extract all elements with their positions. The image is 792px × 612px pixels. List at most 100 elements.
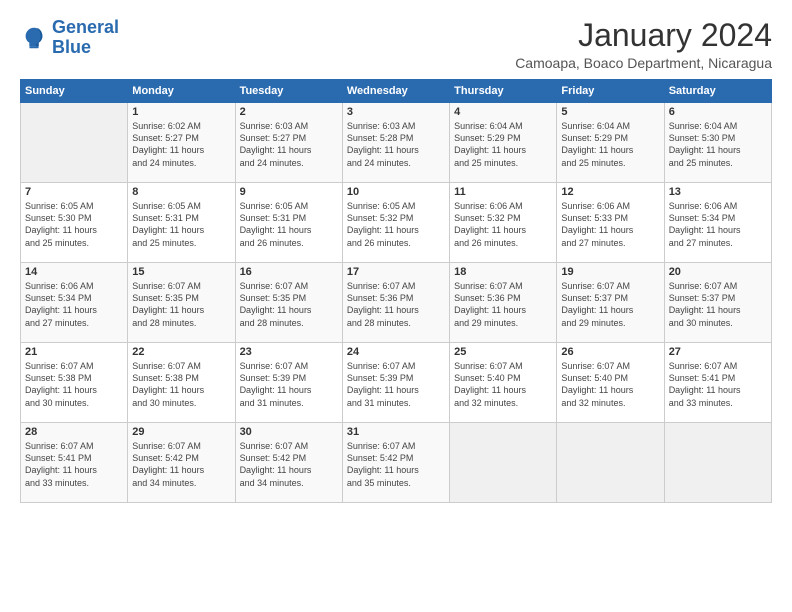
table-cell: 18 Sunrise: 6:07 AM Sunset: 5:36 PM Dayli… xyxy=(450,263,557,343)
day-info: Sunrise: 6:05 AM Sunset: 5:31 PM Dayligh… xyxy=(240,200,338,249)
table-cell: 24 Sunrise: 6:07 AM Sunset: 5:39 PM Dayli… xyxy=(342,343,449,423)
table-cell: 26Sunrise: 6:07 AM Sunset: 5:40 PM Dayli… xyxy=(557,343,664,423)
header-row: Sunday Monday Tuesday Wednesday Thursday… xyxy=(21,80,772,103)
day-number: 8 xyxy=(132,186,230,198)
day-number: 6 xyxy=(669,106,767,118)
table-cell: 19 Sunrise: 6:07 AM Sunset: 5:37 PM Dayli… xyxy=(557,263,664,343)
day-number: 12 xyxy=(561,186,659,198)
table-cell: 7 Sunrise: 6:05 AM Sunset: 5:30 PM Daylig… xyxy=(21,183,128,263)
day-number: 11 xyxy=(454,186,552,198)
logo: General Blue xyxy=(20,18,119,58)
day-number: 31 xyxy=(347,426,445,438)
day-info: Sunrise: 6:06 AM Sunset: 5:33 PM Dayligh… xyxy=(561,200,659,249)
table-cell xyxy=(450,423,557,503)
day-number: 1 xyxy=(132,106,230,118)
day-info: Sunrise: 6:07 AM Sunset: 5:38 PM Dayligh… xyxy=(25,360,123,409)
table-cell: 11 Sunrise: 6:06 AM Sunset: 5:32 PM Dayli… xyxy=(450,183,557,263)
table-cell: 30 Sunrise: 6:07 AM Sunset: 5:42 PM Dayli… xyxy=(235,423,342,503)
day-number: 7 xyxy=(25,186,123,198)
table-cell: 1 Sunrise: 6:02 AM Sunset: 5:27 PM Daylig… xyxy=(128,103,235,183)
day-info: Sunrise: 6:05 AM Sunset: 5:30 PM Dayligh… xyxy=(25,200,123,249)
table-cell: 15Sunrise: 6:07 AM Sunset: 5:35 PM Dayli… xyxy=(128,263,235,343)
table-row: 1 Sunrise: 6:02 AM Sunset: 5:27 PM Daylig… xyxy=(21,103,772,183)
table-row: 14Sunrise: 6:06 AM Sunset: 5:34 PM Dayli… xyxy=(21,263,772,343)
day-info: Sunrise: 6:03 AM Sunset: 5:27 PM Dayligh… xyxy=(240,120,338,169)
table-cell: 6Sunrise: 6:04 AM Sunset: 5:30 PM Daylig… xyxy=(664,103,771,183)
col-saturday: Saturday xyxy=(664,80,771,103)
day-info: Sunrise: 6:07 AM Sunset: 5:40 PM Dayligh… xyxy=(454,360,552,409)
col-sunday: Sunday xyxy=(21,80,128,103)
day-number: 2 xyxy=(240,106,338,118)
table-cell xyxy=(664,423,771,503)
day-number: 3 xyxy=(347,106,445,118)
day-number: 18 xyxy=(454,266,552,278)
table-cell: 23Sunrise: 6:07 AM Sunset: 5:39 PM Dayli… xyxy=(235,343,342,423)
day-info: Sunrise: 6:07 AM Sunset: 5:42 PM Dayligh… xyxy=(240,440,338,489)
day-info: Sunrise: 6:06 AM Sunset: 5:34 PM Dayligh… xyxy=(669,200,767,249)
logo-line2: Blue xyxy=(52,37,91,57)
day-number: 24 xyxy=(347,346,445,358)
day-number: 23 xyxy=(240,346,338,358)
day-info: Sunrise: 6:05 AM Sunset: 5:31 PM Dayligh… xyxy=(132,200,230,249)
table-cell: 27 Sunrise: 6:07 AM Sunset: 5:41 PM Dayli… xyxy=(664,343,771,423)
table-cell: 20 Sunrise: 6:07 AM Sunset: 5:37 PM Dayli… xyxy=(664,263,771,343)
table-cell: 14Sunrise: 6:06 AM Sunset: 5:34 PM Dayli… xyxy=(21,263,128,343)
day-number: 16 xyxy=(240,266,338,278)
day-number: 13 xyxy=(669,186,767,198)
logo-line1: General xyxy=(52,17,119,37)
day-info: Sunrise: 6:02 AM Sunset: 5:27 PM Dayligh… xyxy=(132,120,230,169)
table-cell: 17Sunrise: 6:07 AM Sunset: 5:36 PM Dayli… xyxy=(342,263,449,343)
table-cell: 31 Sunrise: 6:07 AM Sunset: 5:42 PM Dayli… xyxy=(342,423,449,503)
day-number: 25 xyxy=(454,346,552,358)
day-info: Sunrise: 6:06 AM Sunset: 5:34 PM Dayligh… xyxy=(25,280,123,329)
table-cell: 22Sunrise: 6:07 AM Sunset: 5:38 PM Dayli… xyxy=(128,343,235,423)
day-info: Sunrise: 6:06 AM Sunset: 5:32 PM Dayligh… xyxy=(454,200,552,249)
table-cell: 12 Sunrise: 6:06 AM Sunset: 5:33 PM Dayli… xyxy=(557,183,664,263)
day-info: Sunrise: 6:07 AM Sunset: 5:40 PM Dayligh… xyxy=(561,360,659,409)
table-cell xyxy=(557,423,664,503)
day-info: Sunrise: 6:04 AM Sunset: 5:29 PM Dayligh… xyxy=(561,120,659,169)
day-number: 17 xyxy=(347,266,445,278)
day-info: Sunrise: 6:07 AM Sunset: 5:35 PM Dayligh… xyxy=(240,280,338,329)
col-tuesday: Tuesday xyxy=(235,80,342,103)
month-title: January 2024 xyxy=(515,18,772,53)
day-number: 9 xyxy=(240,186,338,198)
day-info: Sunrise: 6:07 AM Sunset: 5:37 PM Dayligh… xyxy=(669,280,767,329)
table-cell: 16 Sunrise: 6:07 AM Sunset: 5:35 PM Dayli… xyxy=(235,263,342,343)
table-cell: 25 Sunrise: 6:07 AM Sunset: 5:40 PM Dayli… xyxy=(450,343,557,423)
logo-icon xyxy=(20,24,48,52)
day-info: Sunrise: 6:07 AM Sunset: 5:42 PM Dayligh… xyxy=(132,440,230,489)
col-wednesday: Wednesday xyxy=(342,80,449,103)
day-number: 5 xyxy=(561,106,659,118)
day-info: Sunrise: 6:07 AM Sunset: 5:42 PM Dayligh… xyxy=(347,440,445,489)
table-cell: 8 Sunrise: 6:05 AM Sunset: 5:31 PM Daylig… xyxy=(128,183,235,263)
col-monday: Monday xyxy=(128,80,235,103)
table-cell: 13 Sunrise: 6:06 AM Sunset: 5:34 PM Dayli… xyxy=(664,183,771,263)
day-number: 20 xyxy=(669,266,767,278)
table-cell: 2 Sunrise: 6:03 AM Sunset: 5:27 PM Daylig… xyxy=(235,103,342,183)
day-number: 10 xyxy=(347,186,445,198)
table-row: 7 Sunrise: 6:05 AM Sunset: 5:30 PM Daylig… xyxy=(21,183,772,263)
day-info: Sunrise: 6:07 AM Sunset: 5:36 PM Dayligh… xyxy=(454,280,552,329)
table-cell: 4 Sunrise: 6:04 AM Sunset: 5:29 PM Daylig… xyxy=(450,103,557,183)
page-header: General Blue January 2024 Camoapa, Boaco… xyxy=(20,18,772,71)
day-number: 19 xyxy=(561,266,659,278)
day-number: 27 xyxy=(669,346,767,358)
day-info: Sunrise: 6:07 AM Sunset: 5:37 PM Dayligh… xyxy=(561,280,659,329)
table-row: 28Sunrise: 6:07 AM Sunset: 5:41 PM Dayli… xyxy=(21,423,772,503)
day-info: Sunrise: 6:07 AM Sunset: 5:39 PM Dayligh… xyxy=(347,360,445,409)
table-row: 21 Sunrise: 6:07 AM Sunset: 5:38 PM Dayli… xyxy=(21,343,772,423)
table-cell: 21 Sunrise: 6:07 AM Sunset: 5:38 PM Dayli… xyxy=(21,343,128,423)
day-number: 30 xyxy=(240,426,338,438)
day-number: 4 xyxy=(454,106,552,118)
day-number: 29 xyxy=(132,426,230,438)
day-info: Sunrise: 6:03 AM Sunset: 5:28 PM Dayligh… xyxy=(347,120,445,169)
table-cell: 9 Sunrise: 6:05 AM Sunset: 5:31 PM Daylig… xyxy=(235,183,342,263)
day-info: Sunrise: 6:07 AM Sunset: 5:41 PM Dayligh… xyxy=(669,360,767,409)
calendar-table: Sunday Monday Tuesday Wednesday Thursday… xyxy=(20,79,772,503)
col-friday: Friday xyxy=(557,80,664,103)
day-number: 21 xyxy=(25,346,123,358)
logo-text: General Blue xyxy=(52,18,119,58)
title-block: January 2024 Camoapa, Boaco Department, … xyxy=(515,18,772,71)
day-info: Sunrise: 6:04 AM Sunset: 5:29 PM Dayligh… xyxy=(454,120,552,169)
